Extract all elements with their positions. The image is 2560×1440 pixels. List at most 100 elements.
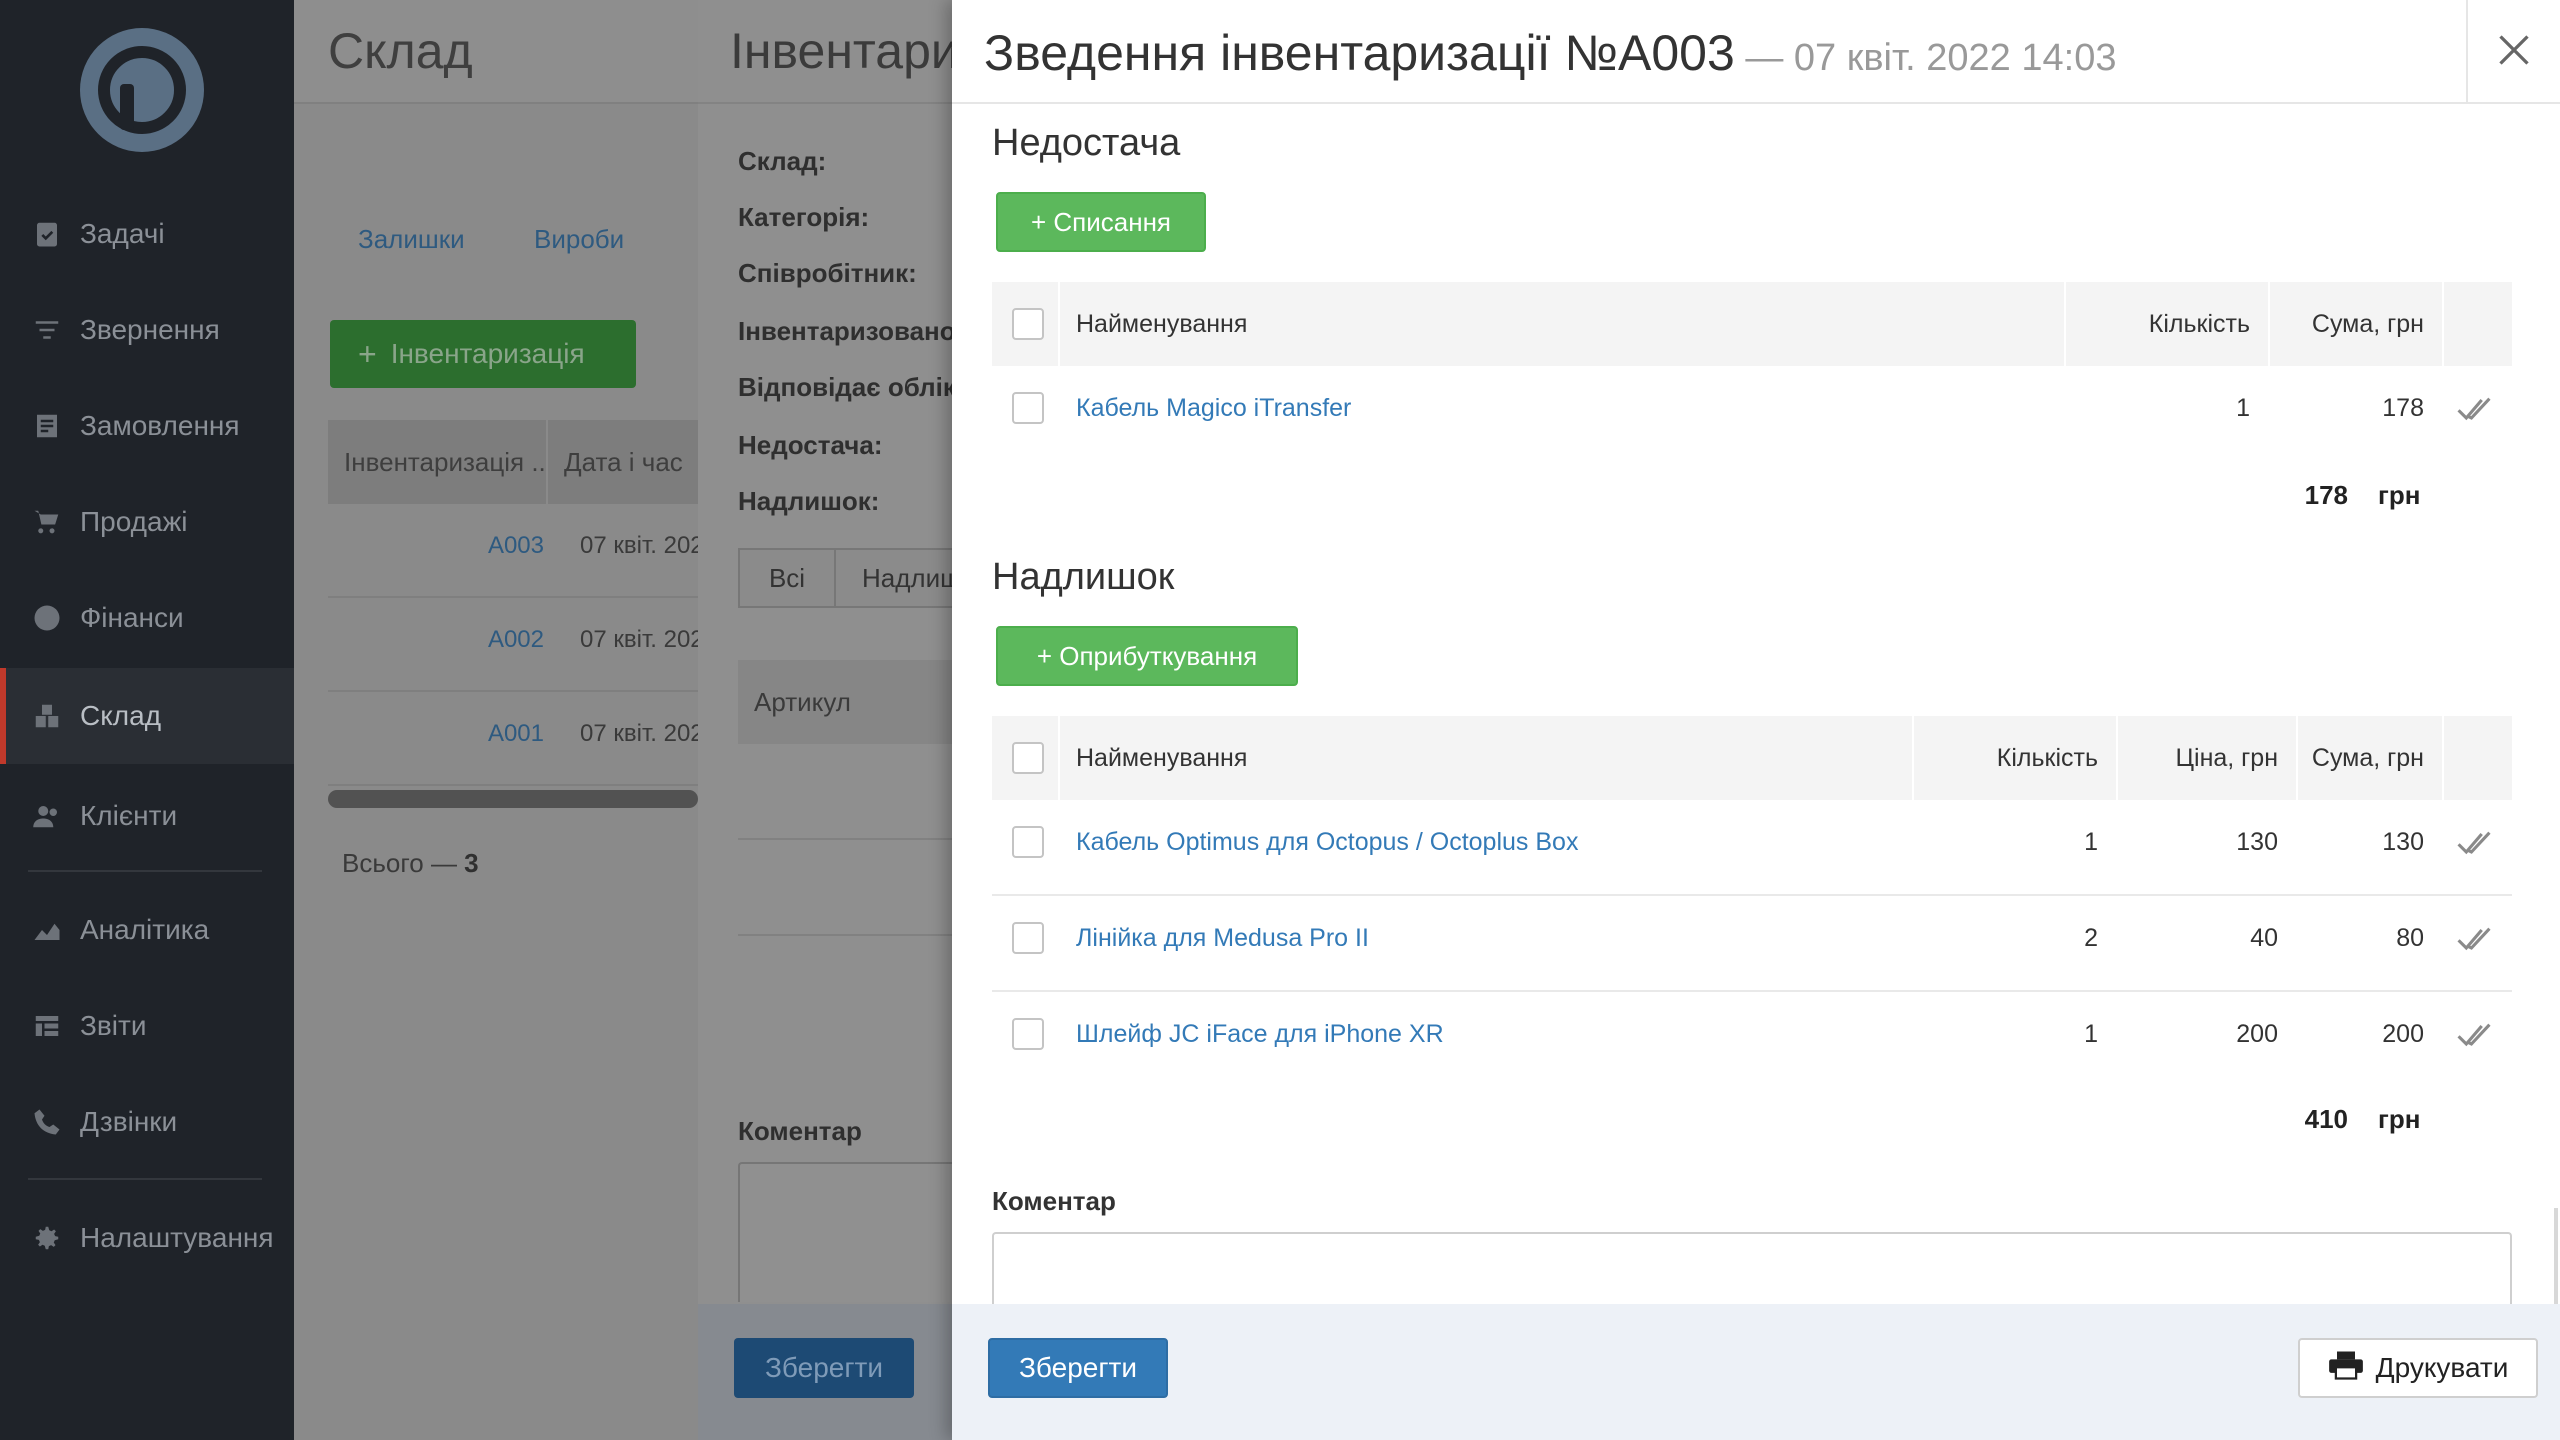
column-header-sku[interactable]: Артикул (738, 660, 952, 744)
filter-all-button[interactable]: Всі (738, 548, 836, 608)
inventory-summary-modal: Зведення інвентаризації №A003 — 07 квіт.… (952, 0, 2560, 1440)
receive-button[interactable]: + Оприбуткування (996, 626, 1298, 686)
horizontal-scrollbar[interactable] (328, 790, 698, 808)
warehouse-icon (32, 701, 62, 731)
sidebar-item-label: Задачі (80, 218, 165, 249)
inventory-date: 07 квіт. 2022 (580, 626, 698, 653)
column-header-inventory[interactable]: Інвентаризація ... (328, 420, 546, 504)
product-link[interactable]: Лінійка для Medusa Pro II (1076, 924, 1369, 953)
add-inventory-label: Інвентаризація (390, 338, 585, 369)
column-divider (2442, 282, 2444, 366)
sidebar-item-warehouse[interactable]: Склад (0, 668, 294, 764)
row-divider (738, 934, 952, 936)
price-value: 130 (2236, 828, 2278, 856)
sidebar: Задачі Звернення Замовлення Продажі Фіна… (0, 0, 294, 1440)
sidebar-item-label: Склад (80, 700, 162, 731)
double-check-icon[interactable] (2456, 1020, 2492, 1050)
table-row[interactable]: Кабель Optimus для Octopus / Octoplus Bo… (992, 800, 2512, 896)
drawer-comment-input[interactable] (738, 1162, 952, 1302)
total-count: Всього — 3 (342, 848, 479, 879)
sidebar-item-requests[interactable]: Звернення (0, 282, 294, 378)
filter-surplus-button[interactable]: Надлишок (834, 548, 952, 608)
surplus-total: 410 (2304, 1104, 2348, 1134)
table-row[interactable]: A002 07 квіт. 2022 (328, 598, 698, 692)
column-header-price[interactable]: Ціна, грн (2116, 716, 2278, 800)
inventory-id-link[interactable]: A002 (328, 626, 544, 654)
modal-title-main: Зведення інвентаризації №A003 (984, 25, 1735, 81)
modal-title-date: — 07 квіт. 2022 14:03 (1734, 37, 2117, 79)
table-row[interactable]: Шлейф JC iFace для iPhone XR 1 200 200 (992, 992, 2512, 1088)
table-row[interactable]: A001 07 квіт. 2022 (328, 692, 698, 786)
row-checkbox[interactable] (1012, 826, 1044, 858)
print-button[interactable]: Друкувати (2298, 1338, 2538, 1398)
double-check-icon[interactable] (2456, 828, 2492, 858)
product-link[interactable]: Шлейф JC iFace для iPhone XR (1076, 1020, 1444, 1049)
tab-stock[interactable]: Залишки (358, 224, 465, 255)
sidebar-item-label: Фінанси (80, 602, 184, 633)
sidebar-item-calls[interactable]: Дзвінки (0, 1074, 294, 1170)
sidebar-item-label: Аналітика (80, 914, 210, 945)
logo-ring (98, 46, 186, 134)
column-header-sum[interactable]: Сума, грн (2268, 282, 2424, 366)
sidebar-item-reports[interactable]: Звіти (0, 978, 294, 1074)
printer-icon (2328, 1350, 2376, 1387)
column-header-date[interactable]: Дата і час (548, 420, 698, 504)
logo-stem (120, 84, 134, 130)
write-off-button[interactable]: + Списання (996, 192, 1206, 252)
sidebar-item-sales[interactable]: Продажі (0, 474, 294, 570)
table-row[interactable]: A003 07 квіт. 2022 (328, 504, 698, 598)
row-checkbox[interactable] (1012, 1018, 1044, 1050)
column-header-sum[interactable]: Сума, грн (2296, 716, 2424, 800)
inventory-date: 07 квіт. 2022 (580, 720, 698, 747)
double-check-icon[interactable] (2456, 924, 2492, 954)
row-checkbox[interactable] (1012, 922, 1044, 954)
sidebar-item-label: Налаштування (80, 1222, 274, 1253)
sidebar-item-tasks[interactable]: Задачі (0, 186, 294, 282)
column-header-qty[interactable]: Кількість (2064, 282, 2250, 366)
shortage-total-currency: грн (2378, 480, 2421, 510)
app-logo[interactable] (80, 28, 204, 152)
dollar-icon (32, 603, 62, 633)
sidebar-item-analytics[interactable]: Аналітика (0, 882, 294, 978)
column-header-name[interactable]: Найменування (1076, 282, 1247, 366)
field-label-employee: Співробітник: (738, 258, 917, 288)
filter-icon (32, 315, 62, 345)
sidebar-item-finance[interactable]: Фінанси (0, 570, 294, 666)
select-all-checkbox[interactable] (1012, 308, 1044, 340)
sidebar-item-settings[interactable]: Налаштування (0, 1190, 294, 1286)
select-all-checkbox[interactable] (1012, 742, 1044, 774)
sum-value: 130 (2382, 828, 2424, 856)
phone-icon (32, 1107, 62, 1137)
product-link[interactable]: Кабель Optimus для Octopus / Octoplus Bo… (1076, 828, 1578, 857)
qty-value: 1 (2084, 828, 2098, 856)
close-button[interactable] (2466, 0, 2560, 104)
sidebar-item-label: Клієнти (80, 800, 178, 831)
sidebar-item-label: Замовлення (80, 410, 240, 441)
save-button[interactable]: Зберегти (988, 1338, 1168, 1398)
sidebar-item-clients[interactable]: Клієнти (0, 768, 294, 864)
column-header-qty[interactable]: Кількість (1912, 716, 2098, 800)
shortage-title: Недостача (992, 122, 1181, 164)
gear-icon (32, 1223, 62, 1253)
tab-products[interactable]: Вироби (534, 224, 624, 255)
add-inventory-button[interactable]: + Інвентаризація (330, 320, 636, 388)
table-row[interactable]: Кабель Magico iTransfer 1 178 (992, 366, 2512, 462)
qty-value: 1 (2236, 394, 2250, 422)
double-check-icon[interactable] (2456, 394, 2492, 424)
qty-value: 1 (2084, 1020, 2098, 1048)
field-label-category: Категорія: (738, 202, 870, 232)
inventory-date: 07 квіт. 2022 (580, 532, 698, 559)
row-checkbox[interactable] (1012, 392, 1044, 424)
inventory-drawer: Інвентаризація Склад: Категорія: Співроб… (698, 0, 952, 1440)
price-value: 40 (2250, 924, 2278, 952)
inventory-id-link[interactable]: A003 (328, 532, 544, 560)
product-link[interactable]: Кабель Magico iTransfer (1076, 394, 1351, 423)
sidebar-item-orders[interactable]: Замовлення (0, 378, 294, 474)
table-row[interactable]: Лінійка для Medusa Pro II 2 40 80 (992, 896, 2512, 992)
drawer-save-button[interactable]: Зберегти (734, 1338, 914, 1398)
inventory-id-link[interactable]: A001 (328, 720, 544, 748)
comment-input[interactable] (992, 1232, 2512, 1312)
column-header-name[interactable]: Найменування (1076, 716, 1247, 800)
page-title: Склад (328, 23, 473, 79)
vertical-scrollbar[interactable] (2554, 1208, 2558, 1304)
